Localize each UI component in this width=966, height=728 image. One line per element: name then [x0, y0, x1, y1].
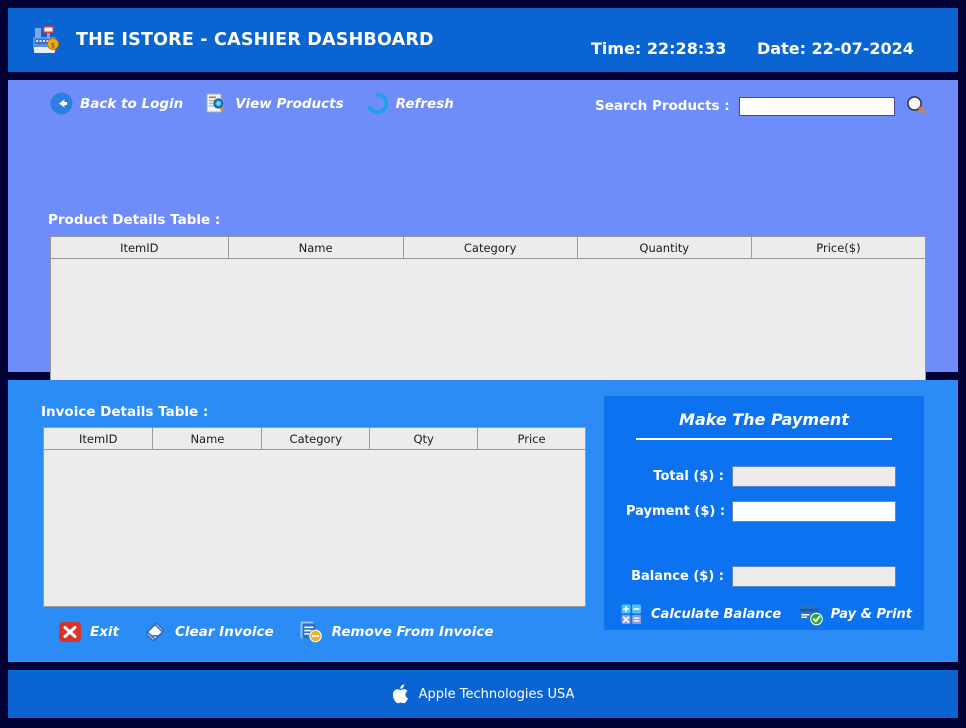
refresh-button[interactable]: Refresh	[366, 92, 454, 115]
toolbar: Back to Login	[50, 92, 454, 115]
invoice-header-row: ItemID Name Category Qty Price	[44, 428, 585, 450]
remove-from-invoice-button[interactable]: Remove From Invoice	[298, 620, 494, 644]
remove-document-icon	[298, 620, 324, 644]
payment-amount-row: Payment ($) :	[626, 501, 896, 522]
invoice-col-itemid[interactable]: ItemID	[44, 428, 153, 450]
clear-invoice-label: Clear Invoice	[175, 624, 274, 640]
invoice-table-label: Invoice Details Table :	[41, 404, 208, 420]
app-header: $ THE ISTORE - CASHIER DASHBOARD Time: 2…	[8, 8, 958, 72]
search-label: Search Products :	[595, 98, 730, 114]
calculator-icon	[620, 603, 644, 625]
document-search-icon	[205, 92, 228, 115]
app-title: THE ISTORE - CASHIER DASHBOARD	[76, 30, 434, 50]
products-col-quantity[interactable]: Quantity	[577, 237, 751, 259]
pay-and-print-label: Pay & Print	[831, 607, 912, 622]
card-check-icon	[798, 602, 824, 626]
exit-label: Exit	[90, 624, 119, 640]
header-time: Time: 22:28:33	[591, 39, 726, 58]
view-products-label: View Products	[235, 96, 343, 112]
cash-register-icon: $	[28, 22, 62, 58]
payment-balance-label: Balance ($) :	[626, 569, 724, 584]
invoice-actions: Exit Clear Invoice	[58, 620, 493, 644]
payment-panel: Make The Payment Total ($) : Payment ($)…	[604, 396, 924, 630]
calculate-balance-button[interactable]: Calculate Balance	[620, 603, 781, 625]
invoice-col-name[interactable]: Name	[153, 428, 262, 450]
search-area: Search Products :	[595, 94, 928, 118]
invoice-col-category[interactable]: Category	[262, 428, 370, 450]
app-footer: Apple Technologies USA	[8, 670, 958, 718]
calculate-balance-label: Calculate Balance	[651, 607, 781, 622]
cashier-dashboard-window: $ THE ISTORE - CASHIER DASHBOARD Time: 2…	[0, 0, 966, 728]
products-grid: ItemID Name Category Quantity Price($)	[51, 237, 925, 259]
clear-invoice-button[interactable]: Clear Invoice	[143, 621, 274, 643]
products-table[interactable]: ItemID Name Category Quantity Price($)	[50, 236, 926, 400]
invoice-col-qty[interactable]: Qty	[370, 428, 478, 450]
exit-button[interactable]: Exit	[58, 621, 119, 643]
products-col-category[interactable]: Category	[403, 237, 577, 259]
payment-title: Make The Payment	[604, 410, 924, 429]
svg-text:$: $	[51, 42, 55, 50]
invoice-table[interactable]: ItemID Name Category Qty Price	[43, 427, 586, 607]
products-table-label: Product Details Table :	[48, 212, 220, 228]
back-arrow-icon	[50, 92, 73, 115]
remove-from-invoice-label: Remove From Invoice	[332, 624, 494, 640]
search-input[interactable]	[739, 97, 895, 116]
payment-amount-field[interactable]	[732, 501, 896, 522]
back-to-login-label: Back to Login	[80, 96, 183, 112]
payment-total-field[interactable]	[732, 466, 896, 487]
invoice-col-price[interactable]: Price	[478, 428, 585, 450]
view-products-button[interactable]: View Products	[205, 92, 343, 115]
eraser-icon	[143, 621, 167, 643]
refresh-icon	[366, 92, 389, 115]
header-date: Date: 22-07-2024	[757, 39, 914, 58]
payment-amount-label: Payment ($) :	[626, 504, 724, 519]
magnifier-icon[interactable]	[904, 94, 928, 118]
payment-balance-row: Balance ($) :	[626, 566, 896, 587]
pay-and-print-button[interactable]: Pay & Print	[798, 602, 912, 626]
back-to-login-button[interactable]: Back to Login	[50, 92, 183, 115]
products-col-name[interactable]: Name	[228, 237, 403, 259]
products-col-price[interactable]: Price($)	[751, 237, 925, 259]
refresh-label: Refresh	[396, 96, 454, 112]
payment-total-row: Total ($) :	[626, 466, 896, 487]
apple-logo-icon	[392, 684, 409, 704]
payment-actions: Calculate Balance Pay & Print	[620, 602, 912, 626]
payment-divider	[636, 438, 892, 440]
footer-text: Apple Technologies USA	[419, 687, 575, 702]
payment-total-label: Total ($) :	[626, 469, 724, 484]
products-panel: Back to Login	[8, 80, 958, 372]
invoice-grid: ItemID Name Category Qty Price	[44, 428, 585, 450]
products-header-row: ItemID Name Category Quantity Price($)	[51, 237, 925, 259]
products-col-itemid[interactable]: ItemID	[51, 237, 228, 259]
close-x-icon	[58, 621, 82, 643]
payment-balance-field[interactable]	[732, 566, 896, 587]
brand: $ THE ISTORE - CASHIER DASHBOARD	[28, 22, 434, 58]
